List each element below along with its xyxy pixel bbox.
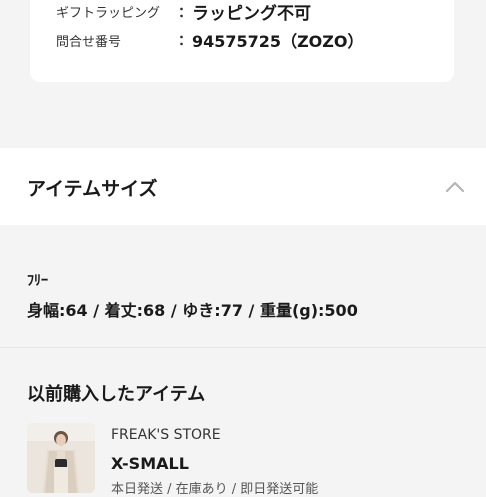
size-name: ﾌﾘｰ [27,273,48,289]
inquiry-number-value: 94575725（ZOZO） [192,32,364,51]
gift-wrapping-colon: ： [178,4,192,21]
inquiry-number-colon: ： [178,33,192,49]
gift-wrapping-value: ラッピング不可 [192,4,311,24]
item-size: X-SMALL [111,454,189,473]
gift-wrapping-label: ギフトラッピング [56,6,161,21]
inquiry-number-row: 問合せ番号 ： 94575725（ZOZO） [56,28,363,52]
inquiry-number-label: 問合せ番号 [56,34,122,50]
item-thumbnail[interactable] [27,423,95,493]
item-size-section-title: アイテムサイズ [27,178,158,200]
item-description: 本日発送 / 在庫あり / 即日発送可能 [111,482,319,497]
gift-wrapping-row: ギフトラッピング ： ラッピング不可 [56,0,311,24]
item-brand[interactable]: FREAK'S STORE [111,427,221,443]
item-photo-icon [27,423,95,493]
item-size-section-header[interactable]: アイテムサイズ [0,148,486,225]
section-divider [0,347,486,348]
size-measurements: 身幅:64 / 着丈:68 / ゆき:77 / 重量(g):500 [27,301,358,320]
chevron-up-icon[interactable] [445,181,465,193]
purchase-history-title: 以前購入したアイテム [27,384,206,405]
